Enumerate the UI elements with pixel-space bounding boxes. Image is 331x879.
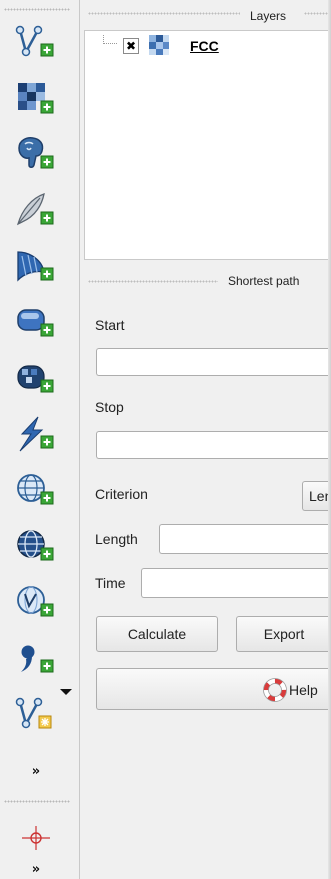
layer-toolbar: » » xyxy=(0,0,80,879)
new-layer-icon xyxy=(15,697,52,729)
add-mssql-layer-button[interactable] xyxy=(12,246,60,286)
add-wcs-layer-icon xyxy=(17,474,54,505)
new-layer-button[interactable] xyxy=(12,694,60,734)
add-raster-layer-icon xyxy=(18,83,54,114)
add-wfs-layer-icon xyxy=(17,530,54,561)
add-vector-layer-button[interactable] xyxy=(12,22,60,62)
chevron-down-icon[interactable] xyxy=(60,689,72,695)
tree-branch xyxy=(103,43,117,45)
add-oracle-layer-button[interactable] xyxy=(12,302,60,342)
time-label: Time xyxy=(95,575,126,591)
add-delimited-globe-icon xyxy=(17,586,54,617)
add-postgis-layer-button[interactable] xyxy=(12,134,60,174)
add-db2-layer-button[interactable] xyxy=(12,358,60,398)
length-field[interactable] xyxy=(159,524,331,554)
add-delimited-text-layer-icon xyxy=(21,645,54,673)
add-vector-layer-icon xyxy=(15,25,54,57)
stop-label: Stop xyxy=(95,399,124,415)
add-postgis-layer-icon xyxy=(18,137,54,169)
panel-grip[interactable] xyxy=(304,12,331,15)
start-point-field[interactable] xyxy=(96,348,331,376)
help-button-label: Help xyxy=(289,682,318,698)
start-label: Start xyxy=(95,317,125,333)
criterion-select[interactable]: Len xyxy=(302,481,331,511)
help-lifebuoy-icon xyxy=(263,678,287,702)
criterion-label: Criterion xyxy=(95,486,148,502)
length-label: Length xyxy=(95,531,138,547)
panel-grip[interactable] xyxy=(88,280,218,283)
add-mssql-layer-icon xyxy=(17,251,54,282)
capture-point-button[interactable] xyxy=(12,818,60,858)
add-raster-layer-button[interactable] xyxy=(12,78,60,118)
add-spatialite-layer-icon xyxy=(16,193,54,226)
add-wfs-vector-layer-button[interactable] xyxy=(12,582,60,622)
add-wfs-layer-button[interactable] xyxy=(12,526,60,566)
raster-layer-icon xyxy=(149,35,169,55)
add-wms-layer-button[interactable] xyxy=(12,414,60,454)
add-oracle-layer-icon xyxy=(17,309,54,337)
toolbar-extension-icon[interactable]: » xyxy=(30,765,42,778)
calculate-button[interactable]: Calculate xyxy=(96,616,218,652)
add-spatialite-layer-button[interactable] xyxy=(12,190,60,230)
layer-visibility-checkbox[interactable]: ✖ xyxy=(123,38,139,54)
shortest-path-panel-title: Shortest path xyxy=(228,274,300,288)
add-wcs-layer-button[interactable] xyxy=(12,470,60,510)
add-db2-layer-icon xyxy=(17,365,54,393)
layers-tree[interactable]: ✖ FCC xyxy=(84,30,331,260)
add-wms-layer-icon xyxy=(19,416,54,452)
layer-name[interactable]: FCC xyxy=(190,38,219,54)
toolbar-extension-icon[interactable]: » xyxy=(30,863,42,876)
toolbar-grip[interactable] xyxy=(4,800,70,803)
panel-grip[interactable] xyxy=(88,12,240,15)
time-field[interactable] xyxy=(141,568,331,598)
export-button[interactable]: Export xyxy=(236,616,331,652)
layers-panel-title: Layers xyxy=(250,9,287,23)
crosshair-icon xyxy=(22,826,50,850)
toolbar-grip[interactable] xyxy=(4,8,70,11)
add-delimited-text-layer-button[interactable] xyxy=(12,638,60,678)
help-button[interactable]: Help xyxy=(96,668,331,710)
stop-point-field[interactable] xyxy=(96,431,331,459)
